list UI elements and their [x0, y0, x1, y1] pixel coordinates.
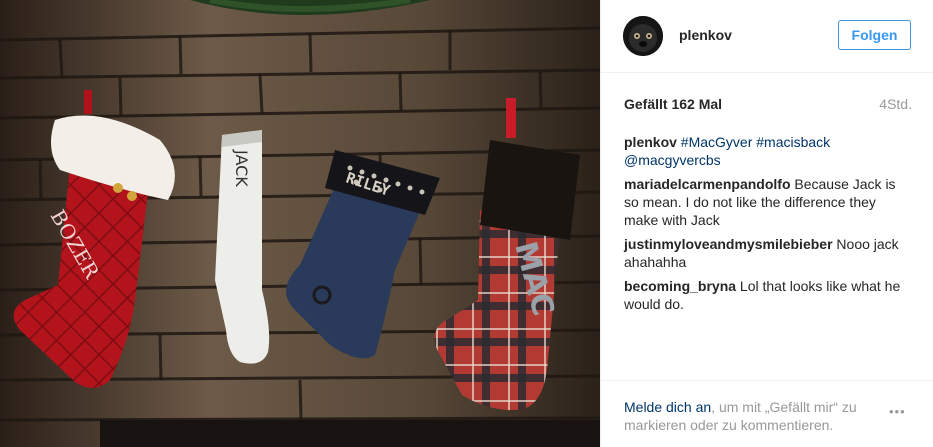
more-options-icon[interactable]: •••: [889, 405, 913, 419]
comment-username[interactable]: becoming_bryna: [624, 278, 736, 294]
post-meta: Gefällt 162 Mal 4Std.: [624, 96, 912, 114]
list-item: justinmyloveandmysmilebieber Nooo jack a…: [624, 235, 908, 271]
post-photo[interactable]: BOZER JACK RILEY MAC: [0, 0, 600, 447]
post-footer: Melde dich an, um mit „Gefällt mir“ zu m…: [601, 380, 933, 447]
post-author-username[interactable]: plenkov: [679, 27, 732, 43]
caption: plenkov #MacGyver #macisback @macgyvercb…: [624, 133, 908, 169]
login-link[interactable]: Melde dich an: [624, 399, 711, 415]
post-sidebar: plenkov Folgen Gefällt 162 Mal 4Std. ple…: [600, 0, 933, 447]
avatar-dog-icon: [623, 16, 663, 56]
hashtag-link[interactable]: #macisback: [756, 134, 830, 150]
post-timestamp[interactable]: 4Std.: [879, 96, 912, 112]
post-container: BOZER JACK RILEY MAC plenkov Folgen Gefä…: [0, 0, 933, 447]
comment-username[interactable]: justinmyloveandmysmilebieber: [624, 236, 833, 252]
comment-username[interactable]: mariadelcarmenpandolfo: [624, 176, 791, 192]
list-item: mariadelcarmenpandolfo Because Jack is s…: [624, 175, 908, 229]
list-item: becoming_bryna Lol that looks like what …: [624, 277, 908, 313]
avatar[interactable]: [623, 16, 663, 56]
post-header: plenkov Folgen: [601, 0, 933, 73]
caption-username[interactable]: plenkov: [624, 134, 677, 150]
login-prompt: Melde dich an, um mit „Gefällt mir“ zu m…: [624, 398, 884, 434]
comment-list: plenkov #MacGyver #macisback @macgyvercb…: [624, 133, 908, 319]
stocking-label-jack: JACK: [232, 149, 251, 187]
mention-link[interactable]: @macgyvercbs: [624, 152, 721, 168]
hashtag-link[interactable]: #MacGyver: [681, 134, 753, 150]
follow-button[interactable]: Folgen: [838, 20, 911, 50]
likes-count[interactable]: Gefällt 162 Mal: [624, 96, 722, 112]
stockings-photo-illustration: BOZER JACK RILEY MAC: [0, 0, 600, 447]
